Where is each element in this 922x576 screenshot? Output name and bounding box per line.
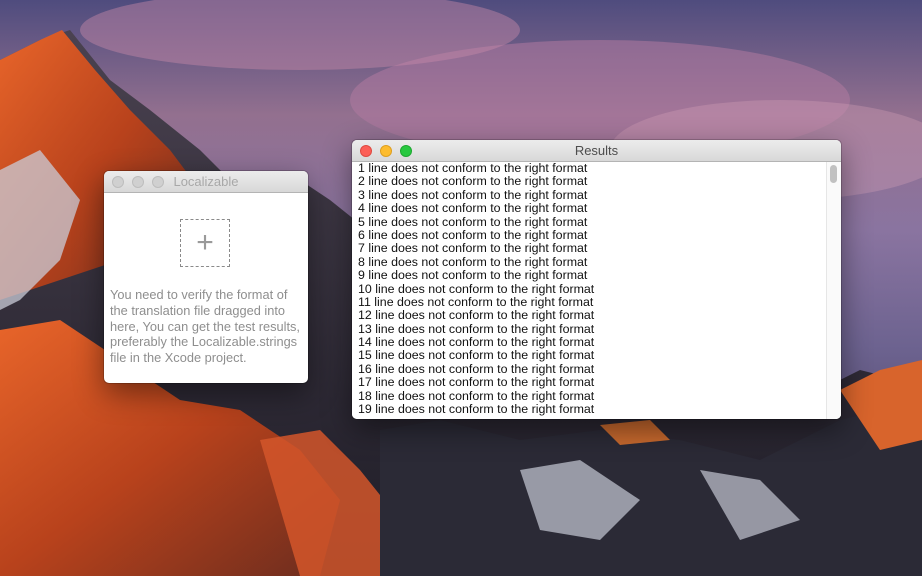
result-row: 4 line does not conform to the right for…	[358, 201, 588, 216]
window-title: Results	[574, 143, 619, 158]
results-window[interactable]: Results 1 line does not conform to the r…	[352, 140, 841, 419]
result-row: 16 line does not conform to the right fo…	[358, 361, 595, 376]
result-row: 1 line does not conform to the right for…	[358, 161, 588, 175]
result-row: 10 line does not conform to the right fo…	[358, 281, 595, 296]
result-row: 19 line does not conform to the right fo…	[358, 402, 595, 417]
localizable-window[interactable]: Localizable + You need to verify the for…	[104, 171, 308, 383]
instructions-text: You need to verify the format of the tra…	[110, 287, 300, 366]
window-title: Localizable	[173, 174, 239, 189]
result-row: 9 line does not conform to the right for…	[358, 268, 588, 283]
result-row: 13 line does not conform to the right fo…	[358, 321, 595, 336]
localizable-titlebar[interactable]: Localizable	[104, 171, 308, 193]
result-row: 17 line does not conform to the right fo…	[358, 375, 595, 390]
scroll-thumb[interactable]	[830, 165, 837, 183]
result-row: 6 line does not conform to the right for…	[358, 227, 588, 242]
result-row: 8 line does not conform to the right for…	[358, 254, 588, 269]
result-row: 15 line does not conform to the right fo…	[358, 348, 595, 363]
result-row: 5 line does not conform to the right for…	[358, 214, 588, 229]
result-row: 14 line does not conform to the right fo…	[358, 335, 595, 350]
desktop: Localizable + You need to verify the for…	[0, 0, 922, 576]
results-text-view[interactable]: 1 line does not conform to the right for…	[352, 161, 841, 419]
file-drop-zone[interactable]: +	[180, 219, 230, 267]
plus-icon: +	[196, 226, 214, 259]
result-row: 2 line does not conform to the right for…	[358, 174, 588, 189]
results-list: 1 line does not conform to the right for…	[358, 161, 827, 417]
result-row: 3 line does not conform to the right for…	[358, 187, 588, 202]
results-titlebar[interactable]: Results	[352, 140, 841, 162]
result-row: 12 line does not conform to the right fo…	[358, 308, 595, 323]
vertical-scrollbar[interactable]	[826, 162, 841, 419]
close-button[interactable]	[112, 176, 124, 188]
result-row: 7 line does not conform to the right for…	[358, 241, 588, 256]
result-row: 11 line does not conform to the right fo…	[358, 294, 594, 309]
result-row: 18 line does not conform to the right fo…	[358, 388, 595, 403]
